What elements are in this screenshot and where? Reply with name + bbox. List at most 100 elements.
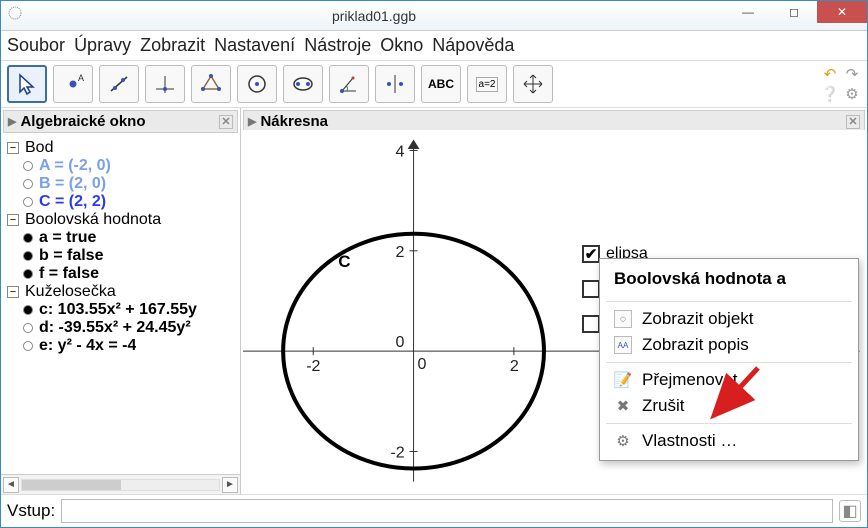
rename-icon: 📝 — [614, 371, 632, 389]
tree-item-label: e: y² - 4x = -4 — [39, 337, 136, 355]
tree-item[interactable]: a = true — [7, 229, 238, 247]
tool-angle[interactable] — [329, 65, 369, 103]
tree-item[interactable]: d: -39.55x² + 24.45y² — [7, 319, 238, 337]
scroll-right-icon[interactable]: ► — [222, 477, 238, 493]
menu-okno[interactable]: Okno — [380, 35, 423, 55]
annotation-arrow — [703, 360, 773, 430]
tool-conic[interactable] — [283, 65, 323, 103]
panel-close-icon[interactable]: ✕ — [846, 115, 860, 129]
tree-group-header[interactable]: −Bod — [7, 139, 238, 157]
visibility-toggle-icon[interactable] — [23, 269, 33, 279]
help-icon[interactable]: ❔ — [821, 85, 839, 103]
minimize-button[interactable]: — — [725, 1, 771, 23]
ytick-4: 4 — [395, 143, 404, 161]
tree-item-label: f = false — [39, 265, 99, 283]
checkbox-icon[interactable] — [582, 315, 600, 333]
menu-bar: Soubor Úpravy Zobrazit Nastavení Nástroj… — [1, 31, 867, 61]
tree-group-label: Kuželosečka — [25, 283, 116, 301]
settings-icon[interactable]: ⚙ — [843, 85, 861, 103]
scroll-left-icon[interactable]: ◄ — [3, 477, 19, 493]
tree-group-header[interactable]: −Boolovská hodnota — [7, 211, 238, 229]
tool-perpendicular[interactable] — [145, 65, 185, 103]
tree-group-header[interactable]: −Kuželosečka — [7, 283, 238, 301]
undo-icon[interactable]: ↶ — [821, 65, 839, 83]
collapse-icon[interactable]: − — [7, 214, 19, 226]
tree-item[interactable]: C = (2, 2) — [7, 193, 238, 211]
gear-icon: ⚙ — [614, 432, 632, 450]
app-icon — [7, 5, 23, 26]
tree-item-label: d: -39.55x² + 24.45y² — [39, 319, 191, 337]
tree-item[interactable]: f = false — [7, 265, 238, 283]
cm-properties[interactable]: ⚙ Vlastnosti … — [600, 428, 858, 454]
tree-item-label: A = (-2, 0) — [39, 157, 111, 175]
tool-move[interactable] — [7, 65, 47, 103]
checkbox-3[interactable] — [582, 315, 600, 333]
input-label: Vstup: — [7, 501, 55, 521]
tree-item[interactable]: e: y² - 4x = -4 — [7, 337, 238, 355]
cm-show-object[interactable]: ◌ Zobrazit objekt — [600, 306, 858, 332]
tree-item[interactable]: b = false — [7, 247, 238, 265]
visibility-toggle-icon[interactable] — [23, 341, 33, 351]
show-label-icon: AA — [614, 336, 632, 354]
maximize-button[interactable]: ◻ — [771, 1, 817, 23]
checkbox-icon[interactable] — [582, 280, 600, 298]
menu-upravy[interactable]: Úpravy — [74, 35, 131, 55]
ytick-0: 0 — [395, 333, 404, 351]
visibility-toggle-icon[interactable] — [23, 179, 33, 189]
menu-nastaveni[interactable]: Nastavení — [214, 35, 295, 55]
tree-item-label: B = (2, 0) — [39, 175, 106, 193]
tree-item-label: C = (2, 2) — [39, 193, 106, 211]
visibility-toggle-icon[interactable] — [23, 161, 33, 171]
tool-point[interactable]: A — [53, 65, 93, 103]
collapse-icon[interactable]: − — [7, 286, 19, 298]
delete-icon: ✖ — [614, 397, 632, 415]
algebra-tree: −BodA = (-2, 0)B = (2, 0)C = (2, 2)−Bool… — [1, 135, 240, 474]
redo-icon[interactable]: ↷ — [843, 65, 861, 83]
ytick-2: 2 — [395, 243, 404, 261]
input-helper-icon[interactable]: ◧ — [839, 500, 861, 522]
command-input[interactable] — [61, 499, 833, 523]
tree-item-label: a = true — [39, 229, 96, 247]
tool-circle[interactable] — [237, 65, 277, 103]
menu-soubor[interactable]: Soubor — [7, 35, 65, 55]
tree-group-label: Bod — [25, 139, 53, 157]
menu-nastroje[interactable]: Nástroje — [304, 35, 371, 55]
tool-line[interactable] — [99, 65, 139, 103]
algebra-hscroll[interactable]: ◄ ► — [1, 474, 240, 494]
visibility-toggle-icon[interactable] — [23, 305, 33, 315]
show-object-icon: ◌ — [614, 310, 632, 328]
caret-icon: ▶ — [8, 115, 16, 128]
tree-group-label: Boolovská hodnota — [25, 211, 161, 229]
svg-text:A: A — [78, 73, 84, 83]
panel-close-icon[interactable]: ✕ — [219, 115, 233, 129]
tree-item-label: b = false — [39, 247, 103, 265]
conic-c-label: C — [338, 252, 350, 271]
caret-icon: ▶ — [248, 115, 256, 128]
tool-move-view[interactable] — [513, 65, 553, 103]
tool-text[interactable]: ABC — [421, 65, 461, 103]
context-menu-title: Boolovská hodnota a — [600, 265, 858, 297]
xtick-2: 2 — [510, 357, 519, 375]
tree-item[interactable]: A = (-2, 0) — [7, 157, 238, 175]
menu-napoveda[interactable]: Nápověda — [432, 35, 514, 55]
collapse-icon[interactable]: − — [7, 142, 19, 154]
visibility-toggle-icon[interactable] — [23, 251, 33, 261]
tool-reflect[interactable] — [375, 65, 415, 103]
visibility-toggle-icon[interactable] — [23, 197, 33, 207]
graphics-view[interactable]: -2 0 2 4 2 4 -2 0 C ✔ eli — [243, 130, 865, 492]
menu-zobrazit[interactable]: Zobrazit — [140, 35, 205, 55]
tree-item[interactable]: B = (2, 0) — [7, 175, 238, 193]
checkbox-icon[interactable]: ✔ — [582, 245, 600, 263]
ytick-neg2: -2 — [390, 443, 404, 461]
visibility-toggle-icon[interactable] — [23, 323, 33, 333]
close-button[interactable]: ✕ — [817, 1, 867, 23]
window-title: priklad01.ggb — [23, 8, 725, 24]
graphics-panel-title: Nákresna — [260, 113, 328, 130]
tool-polygon[interactable] — [191, 65, 231, 103]
tool-slider[interactable]: a=2 — [467, 65, 507, 103]
visibility-toggle-icon[interactable] — [23, 233, 33, 243]
tree-item[interactable]: c: 103.55x² + 167.55y — [7, 301, 238, 319]
algebra-panel-header[interactable]: ▶ Algebraické okno ✕ — [3, 110, 238, 133]
cm-show-label[interactable]: AA Zobrazit popis — [600, 332, 858, 358]
checkbox-2[interactable] — [582, 280, 600, 298]
